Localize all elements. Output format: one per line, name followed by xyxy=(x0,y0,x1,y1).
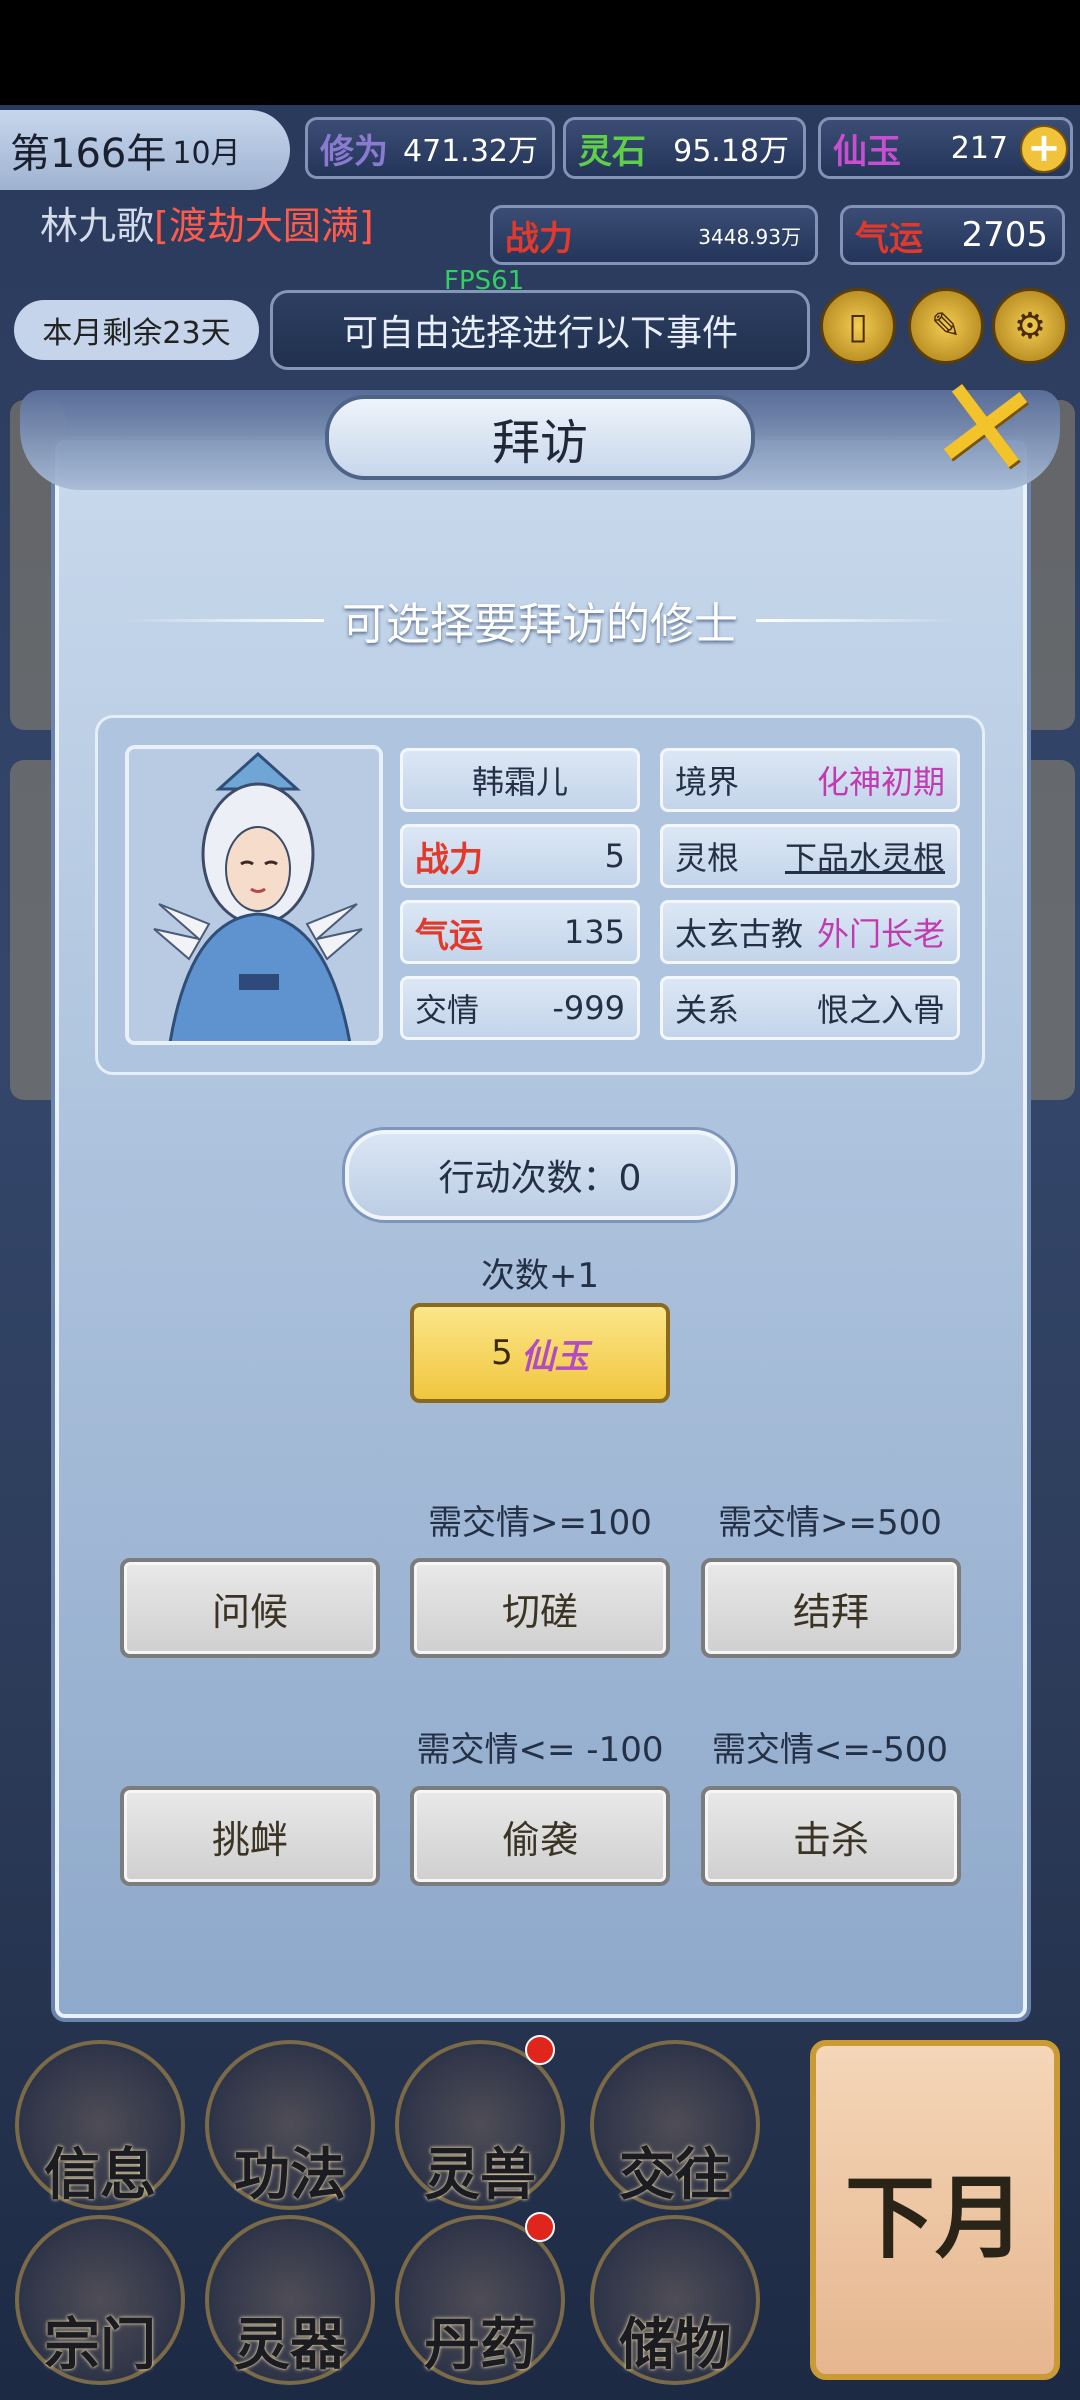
npc-name: 韩霜儿 xyxy=(471,763,568,801)
menu-skills[interactable]: 功法 xyxy=(195,2130,385,2211)
buy-cost: 5 xyxy=(491,1333,513,1373)
kill-requirement: 需交情<=-500 xyxy=(711,1730,949,1770)
luck-stat: 气运 2705 xyxy=(840,205,1065,265)
add-count-label: 次数+1 xyxy=(480,1256,600,1296)
menu-artifacts[interactable]: 灵器 xyxy=(195,2300,385,2381)
greet-button[interactable]: 问候 xyxy=(120,1558,380,1658)
spirit-stone-stat: 灵石 95.18万 xyxy=(563,117,806,179)
menu-social[interactable]: 交往 xyxy=(580,2130,770,2211)
npc-friendship-label: 交情 xyxy=(415,991,480,1029)
buy-action-button[interactable]: 5 仙玉 xyxy=(410,1303,670,1403)
spirit-stone-value: 95.18万 xyxy=(673,134,789,169)
sworn-button[interactable]: 结拜 xyxy=(701,1558,961,1658)
npc-power-label: 战力 xyxy=(415,839,483,880)
npc-friendship-value: -999 xyxy=(552,989,625,1027)
power-value: 3448.93万 xyxy=(698,224,801,249)
close-icon[interactable]: ✕ xyxy=(921,345,1050,511)
npc-realm-value: 化神初期 xyxy=(816,763,945,801)
npc-relation-value: 恨之入骨 xyxy=(816,991,945,1029)
next-month-button[interactable]: 下月 xyxy=(810,2040,1060,2380)
npc-root-label: 灵根 xyxy=(675,839,740,877)
sneak-attack-button[interactable]: 偷袭 xyxy=(410,1786,670,1886)
event-banner: 可自由选择进行以下事件 xyxy=(270,290,810,370)
npc-luck-cell: 气运 135 xyxy=(400,900,640,964)
npc-sect-cell: 太玄古教 外门长老 xyxy=(660,900,960,964)
npc-realm-label: 境界 xyxy=(675,763,740,801)
player-name-line: 林九歌[渡劫大圆满] xyxy=(40,204,374,248)
add-jade-icon[interactable]: + xyxy=(1020,125,1068,173)
remaining-days: 本月剩余23天 xyxy=(14,300,259,360)
dialog-title: 拜访 xyxy=(325,395,755,480)
npc-sect-name: 太玄古教 xyxy=(675,915,804,953)
npc-luck-label: 气运 xyxy=(415,915,483,956)
npc-portrait-image xyxy=(129,749,379,1041)
cultivation-label: 修为 xyxy=(320,131,388,172)
menu-info[interactable]: 信息 xyxy=(5,2130,195,2211)
sneak-requirement: 需交情<= -100 xyxy=(416,1730,664,1770)
player-name: 林九歌 xyxy=(40,204,155,248)
dialog-subtitle: 可选择要拜访的修士 xyxy=(342,599,738,650)
sworn-requirement: 需交情>=500 xyxy=(718,1503,942,1543)
phone-icon[interactable]: ▯ xyxy=(820,288,896,364)
year-label: 第166年 xyxy=(10,131,167,177)
menu-beasts[interactable]: 灵兽 xyxy=(385,2130,575,2211)
npc-name-cell: 韩霜儿 xyxy=(400,748,640,812)
npc-relation-cell: 关系 恨之入骨 xyxy=(660,976,960,1040)
divider xyxy=(756,618,956,622)
npc-root-cell: 灵根 下品水灵根 xyxy=(660,824,960,888)
cultivation-stat: 修为 471.32万 xyxy=(305,117,555,179)
menu-pills[interactable]: 丹药 xyxy=(385,2300,575,2381)
visit-dialog xyxy=(55,440,1027,2018)
notification-dot xyxy=(525,2212,555,2242)
npc-portrait xyxy=(125,745,383,1045)
jade-label: 仙玉 xyxy=(833,131,901,172)
provoke-button[interactable]: 挑衅 xyxy=(120,1786,380,1886)
menu-sect[interactable]: 宗门 xyxy=(5,2300,195,2381)
spar-button[interactable]: 切磋 xyxy=(410,1558,670,1658)
cultivation-value: 471.32万 xyxy=(403,134,538,169)
spirit-stone-label: 灵石 xyxy=(578,131,646,172)
npc-realm-cell: 境界 化神初期 xyxy=(660,748,960,812)
status-bar-area xyxy=(0,0,1080,105)
notification-dot xyxy=(525,2035,555,2065)
dialog-subtitle-row: 可选择要拜访的修士 xyxy=(80,590,1000,650)
power-stat: 战力 3448.93万 xyxy=(490,205,818,265)
buy-currency: 仙玉 xyxy=(520,1336,589,1377)
menu-storage[interactable]: 储物 xyxy=(580,2300,770,2381)
month-label: 10月 xyxy=(172,136,241,171)
player-realm: 渡劫大圆满 xyxy=(168,204,359,248)
npc-power-cell: 战力 5 xyxy=(400,824,640,888)
luck-label: 气运 xyxy=(855,218,923,259)
power-label: 战力 xyxy=(505,218,573,259)
kill-button[interactable]: 击杀 xyxy=(701,1786,961,1886)
spar-requirement: 需交情>=100 xyxy=(428,1503,652,1543)
gear-icon[interactable]: ⚙ xyxy=(992,288,1068,364)
npc-root-value[interactable]: 下品水灵根 xyxy=(785,833,945,879)
luck-value: 2705 xyxy=(961,215,1048,255)
npc-relation-label: 关系 xyxy=(675,991,740,1029)
npc-power-value: 5 xyxy=(604,837,625,875)
npc-friendship-cell: 交情 -999 xyxy=(400,976,640,1040)
action-count: 行动次数：0 xyxy=(345,1130,735,1220)
npc-luck-value: 135 xyxy=(563,913,625,951)
date-display: 第166年 10月 xyxy=(0,110,290,190)
divider xyxy=(124,618,324,622)
npc-sect-role: 外门长老 xyxy=(816,915,945,953)
